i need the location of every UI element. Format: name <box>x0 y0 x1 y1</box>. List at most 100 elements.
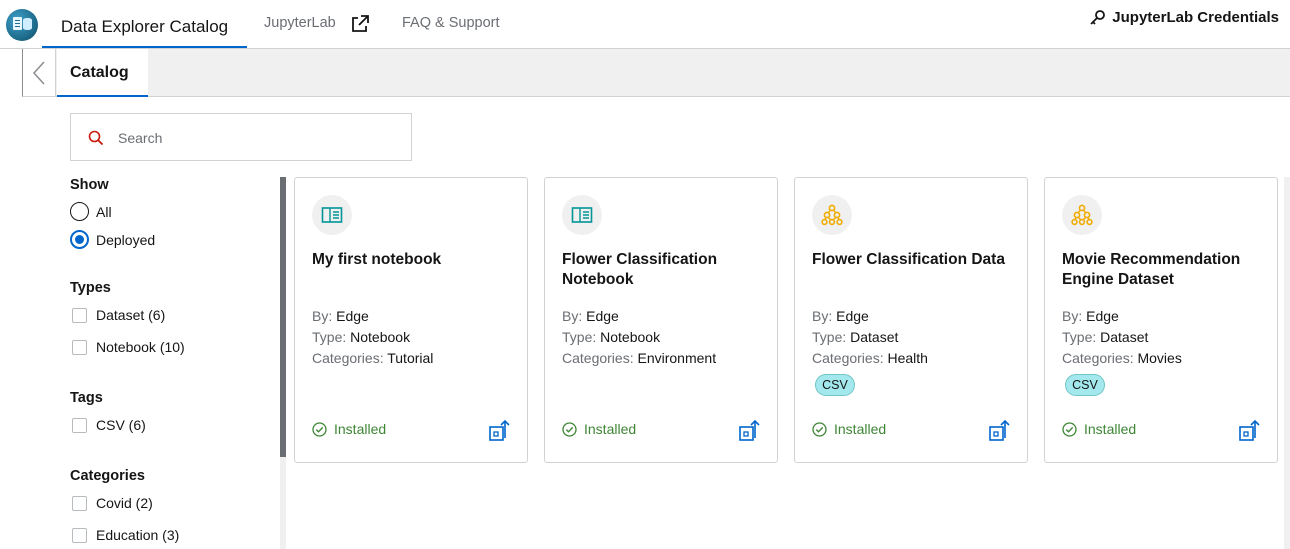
card-icon-circle <box>562 195 602 235</box>
card-title[interactable]: Flower Classification Data <box>812 250 1017 270</box>
open-launch-icon[interactable] <box>1238 418 1260 442</box>
key-icon <box>1090 10 1106 25</box>
check-circle-icon <box>562 421 577 437</box>
meta-key: Type: <box>812 329 847 345</box>
card-categories: Categories: Movies <box>1062 350 1182 366</box>
tab-jupyterlab[interactable]: JupyterLab <box>264 15 336 31</box>
meta-key: By: <box>312 308 333 324</box>
meta-value: Environment <box>637 350 717 366</box>
card-status: Installed <box>312 421 386 437</box>
catalog-bar: Catalog <box>22 49 1290 97</box>
tab-faq-support[interactable]: FAQ & Support <box>402 15 500 31</box>
tag-badge: CSV <box>1065 374 1105 396</box>
jupyterlab-credentials-button[interactable]: JupyterLab Credentials <box>1089 9 1279 26</box>
external-link-icon[interactable] <box>350 14 370 34</box>
radio-label: Deployed <box>96 231 156 248</box>
check-circle-icon <box>812 421 827 437</box>
card-categories: Categories: Environment <box>562 350 716 366</box>
card-icon-circle <box>812 195 852 235</box>
card-author: By: Edge <box>562 308 619 324</box>
card-author: By: Edge <box>812 308 869 324</box>
filter-scrollbar[interactable] <box>280 177 286 457</box>
meta-value: Edge <box>586 308 619 324</box>
catalog-card[interactable]: Flower Classification Notebook By: Edge … <box>544 177 778 463</box>
open-launch-icon[interactable] <box>988 418 1010 442</box>
meta-value: Health <box>887 350 928 366</box>
meta-key: Categories: <box>312 350 384 366</box>
checkbox-csv[interactable]: CSV (6) <box>72 417 146 433</box>
meta-key: By: <box>562 308 583 324</box>
open-launch-icon[interactable] <box>488 418 510 442</box>
card-type: Type: Dataset <box>812 329 898 345</box>
open-launch-icon[interactable] <box>738 418 760 442</box>
search-input[interactable] <box>118 128 398 148</box>
card-title[interactable]: Movie Recommendation Engine Dataset <box>1062 250 1267 290</box>
meta-key: By: <box>1062 308 1083 324</box>
meta-key: Type: <box>312 329 347 345</box>
check-circle-icon <box>1062 421 1077 437</box>
catalog-card[interactable]: Flower Classification Data By: Edge Type… <box>794 177 1028 463</box>
meta-value: Notebook <box>350 329 411 345</box>
meta-value: Movies <box>1137 350 1182 366</box>
meta-value: Edge <box>836 308 869 324</box>
meta-key: By: <box>812 308 833 324</box>
notebook-icon <box>571 207 593 223</box>
content-scroll-track[interactable] <box>1284 177 1290 549</box>
status-label: Installed <box>584 421 637 437</box>
catalog-card[interactable]: My first notebook By: Edge Type: Noteboo… <box>294 177 528 463</box>
checkbox-notebook[interactable]: Notebook (10) <box>72 339 185 355</box>
meta-key: Categories: <box>562 350 634 366</box>
checkbox-label: Notebook (10) <box>96 339 185 355</box>
card-categories: Categories: Tutorial <box>312 350 433 366</box>
meta-key: Type: <box>562 329 597 345</box>
checkbox-label: Education (3) <box>96 527 180 543</box>
radio-circle[interactable] <box>70 202 89 221</box>
card-author: By: Edge <box>312 308 369 324</box>
tab-data-explorer-catalog[interactable]: Data Explorer Catalog <box>42 0 247 48</box>
tag-badge: CSV <box>815 374 855 396</box>
radio-circle-selected[interactable] <box>70 230 89 249</box>
checkbox-label: CSV (6) <box>96 417 146 433</box>
checkbox-box[interactable] <box>72 307 87 323</box>
checkbox-covid[interactable]: Covid (2) <box>72 495 153 511</box>
radio-all[interactable]: All <box>70 202 112 221</box>
meta-key: Categories: <box>812 350 884 366</box>
checkbox-dataset[interactable]: Dataset (6) <box>72 307 165 323</box>
meta-value: Edge <box>336 308 369 324</box>
meta-value: Notebook <box>600 329 661 345</box>
card-status: Installed <box>562 421 636 437</box>
card-author: By: Edge <box>1062 308 1119 324</box>
check-circle-icon <box>312 421 327 437</box>
meta-value: Edge <box>1086 308 1119 324</box>
search-box[interactable] <box>70 113 412 161</box>
checkbox-box[interactable] <box>72 495 87 511</box>
top-nav: Data Explorer Catalog JupyterLab FAQ & S… <box>0 0 1290 49</box>
card-status: Installed <box>1062 421 1136 437</box>
card-type: Type: Notebook <box>562 329 660 345</box>
checkbox-box[interactable] <box>72 417 87 433</box>
card-title[interactable]: Flower Classification Notebook <box>562 250 767 290</box>
tab-catalog[interactable]: Catalog <box>57 49 148 97</box>
checkbox-education[interactable]: Education (3) <box>72 527 179 543</box>
credentials-label: JupyterLab Credentials <box>1112 9 1279 26</box>
notebook-icon <box>321 207 343 223</box>
back-button[interactable] <box>23 49 56 96</box>
card-status: Installed <box>812 421 886 437</box>
logo-document-icon <box>13 17 22 30</box>
radio-label: All <box>96 203 112 220</box>
status-label: Installed <box>834 421 887 437</box>
card-icon-circle <box>1062 195 1102 235</box>
radio-deployed[interactable]: Deployed <box>70 230 155 249</box>
filter-heading-tags: Tags <box>70 390 103 406</box>
filter-heading-show: Show <box>70 177 109 193</box>
app-logo[interactable] <box>6 9 38 41</box>
checkbox-box[interactable] <box>72 339 87 355</box>
card-icon-circle <box>312 195 352 235</box>
meta-key: Type: <box>1062 329 1097 345</box>
dataset-icon <box>821 204 843 226</box>
card-title[interactable]: My first notebook <box>312 250 517 270</box>
status-label: Installed <box>334 421 387 437</box>
catalog-card[interactable]: Movie Recommendation Engine Dataset By: … <box>1044 177 1278 463</box>
meta-value: Tutorial <box>387 350 434 366</box>
checkbox-box[interactable] <box>72 527 87 543</box>
